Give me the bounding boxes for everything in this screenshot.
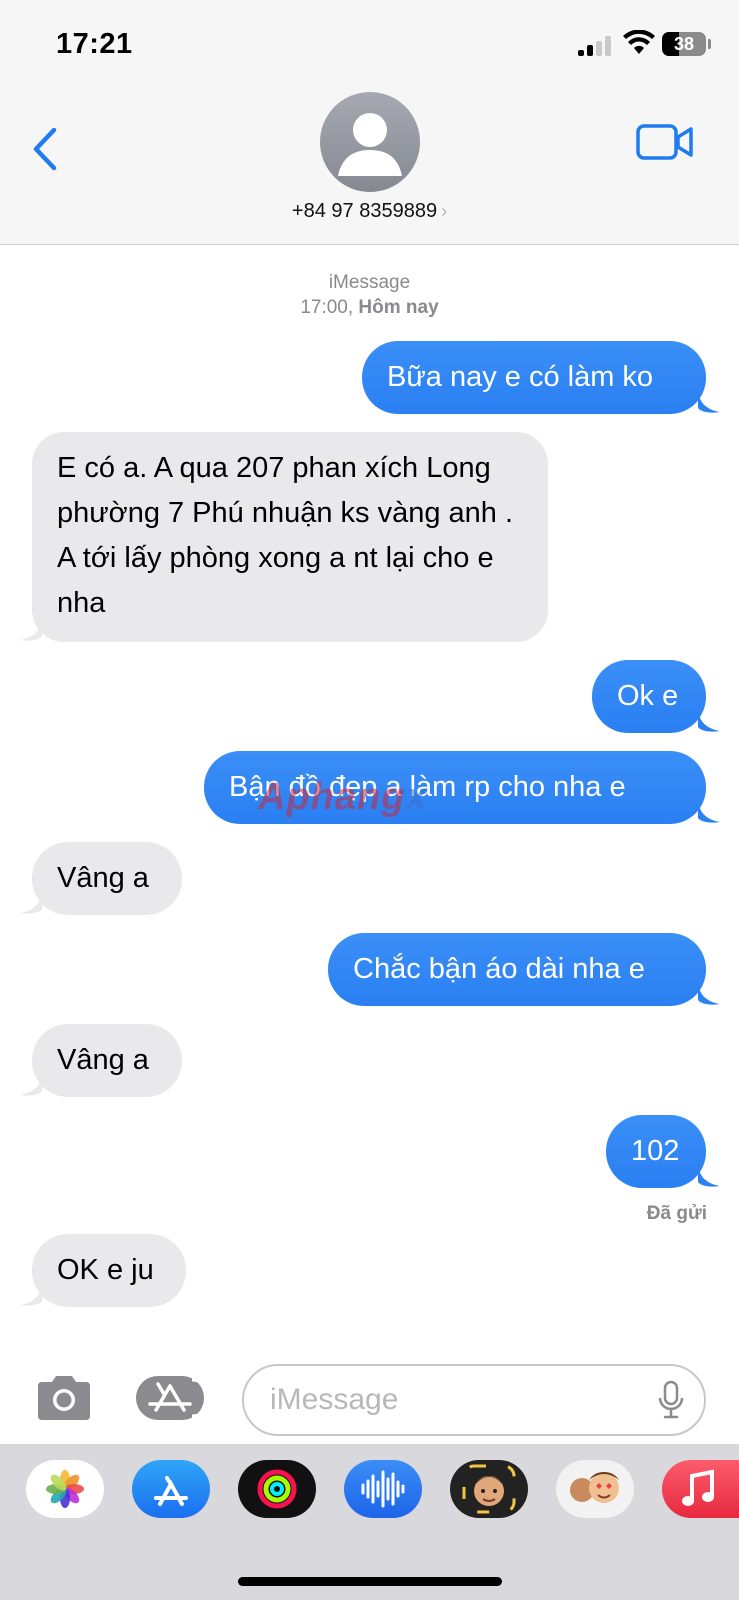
delivery-status: Đã gửi [646,1203,707,1224]
battery-level: 38 [673,34,695,54]
app-store-icon [148,1378,212,1418]
app-store-button[interactable] [136,1376,212,1420]
watermark: Aphangx [258,776,428,819]
bubble-tail [20,893,42,914]
battery-cap [708,39,711,49]
wifi-icon [623,30,655,54]
chevron-right-icon: › [441,201,448,221]
bubble-tail [698,711,720,732]
timestamp-time: 17:00, [300,297,354,318]
bubble-tail [20,1075,42,1096]
fitness-icon[interactable] [238,1460,316,1518]
battery-icon: 38 [662,32,706,56]
thread-timestamp: 17:00, Hôm nay [0,297,739,319]
music-icon[interactable] [662,1460,739,1518]
bubble-tail [698,802,720,823]
message-bubble-incoming[interactable]: E có a. A qua 207 phan xích Long phường … [32,432,548,642]
message-bubble-incoming[interactable]: OK e ju [32,1234,186,1307]
message-bubble-incoming[interactable]: Vâng a [32,842,182,915]
microphone-icon[interactable] [658,1380,684,1420]
status-time: 17:21 [56,28,133,60]
watermark-suffix: x [405,776,428,818]
home-indicator[interactable] [238,1577,502,1586]
message-bubble-outgoing[interactable]: 102 [606,1115,706,1188]
back-button[interactable] [28,126,62,172]
bubble-tail [20,1285,42,1306]
message-bubble-incoming[interactable]: Vâng a [32,1024,182,1097]
audio-message-icon[interactable] [344,1460,422,1518]
cellular-signal-icon [578,36,614,56]
bubble-tail [698,1166,720,1187]
contact-number: +84 97 8359889 [291,200,438,222]
message-bubble-outgoing[interactable]: Chắc bận áo dài nha e [328,933,706,1006]
message-input[interactable]: iMessage [242,1364,706,1436]
bubble-tail [698,392,720,413]
message-bubble-outgoing[interactable]: Ok e [592,660,706,733]
conversation-header: 17:21 38 +84 97 8359889 › [0,0,739,245]
memoji-stickers-icon[interactable] [556,1460,634,1518]
person-icon [338,113,402,176]
watermark-text: Aphang [258,776,406,818]
service-label: iMessage [328,272,411,293]
bubble-tail [20,620,42,641]
message-bubble-outgoing[interactable]: Bữa nay e có làm ko [362,341,706,414]
memoji-icon[interactable] [450,1460,528,1518]
photos-icon[interactable] [26,1460,104,1518]
app-store-icon[interactable] [132,1460,210,1518]
bubble-tail [698,984,720,1005]
timestamp-day: Hôm nay [358,297,439,318]
camera-button[interactable] [34,1374,94,1422]
contact-avatar[interactable] [320,92,420,192]
contact-name-row[interactable]: +84 97 8359889 › [0,200,739,223]
facetime-video-button[interactable] [636,122,694,162]
